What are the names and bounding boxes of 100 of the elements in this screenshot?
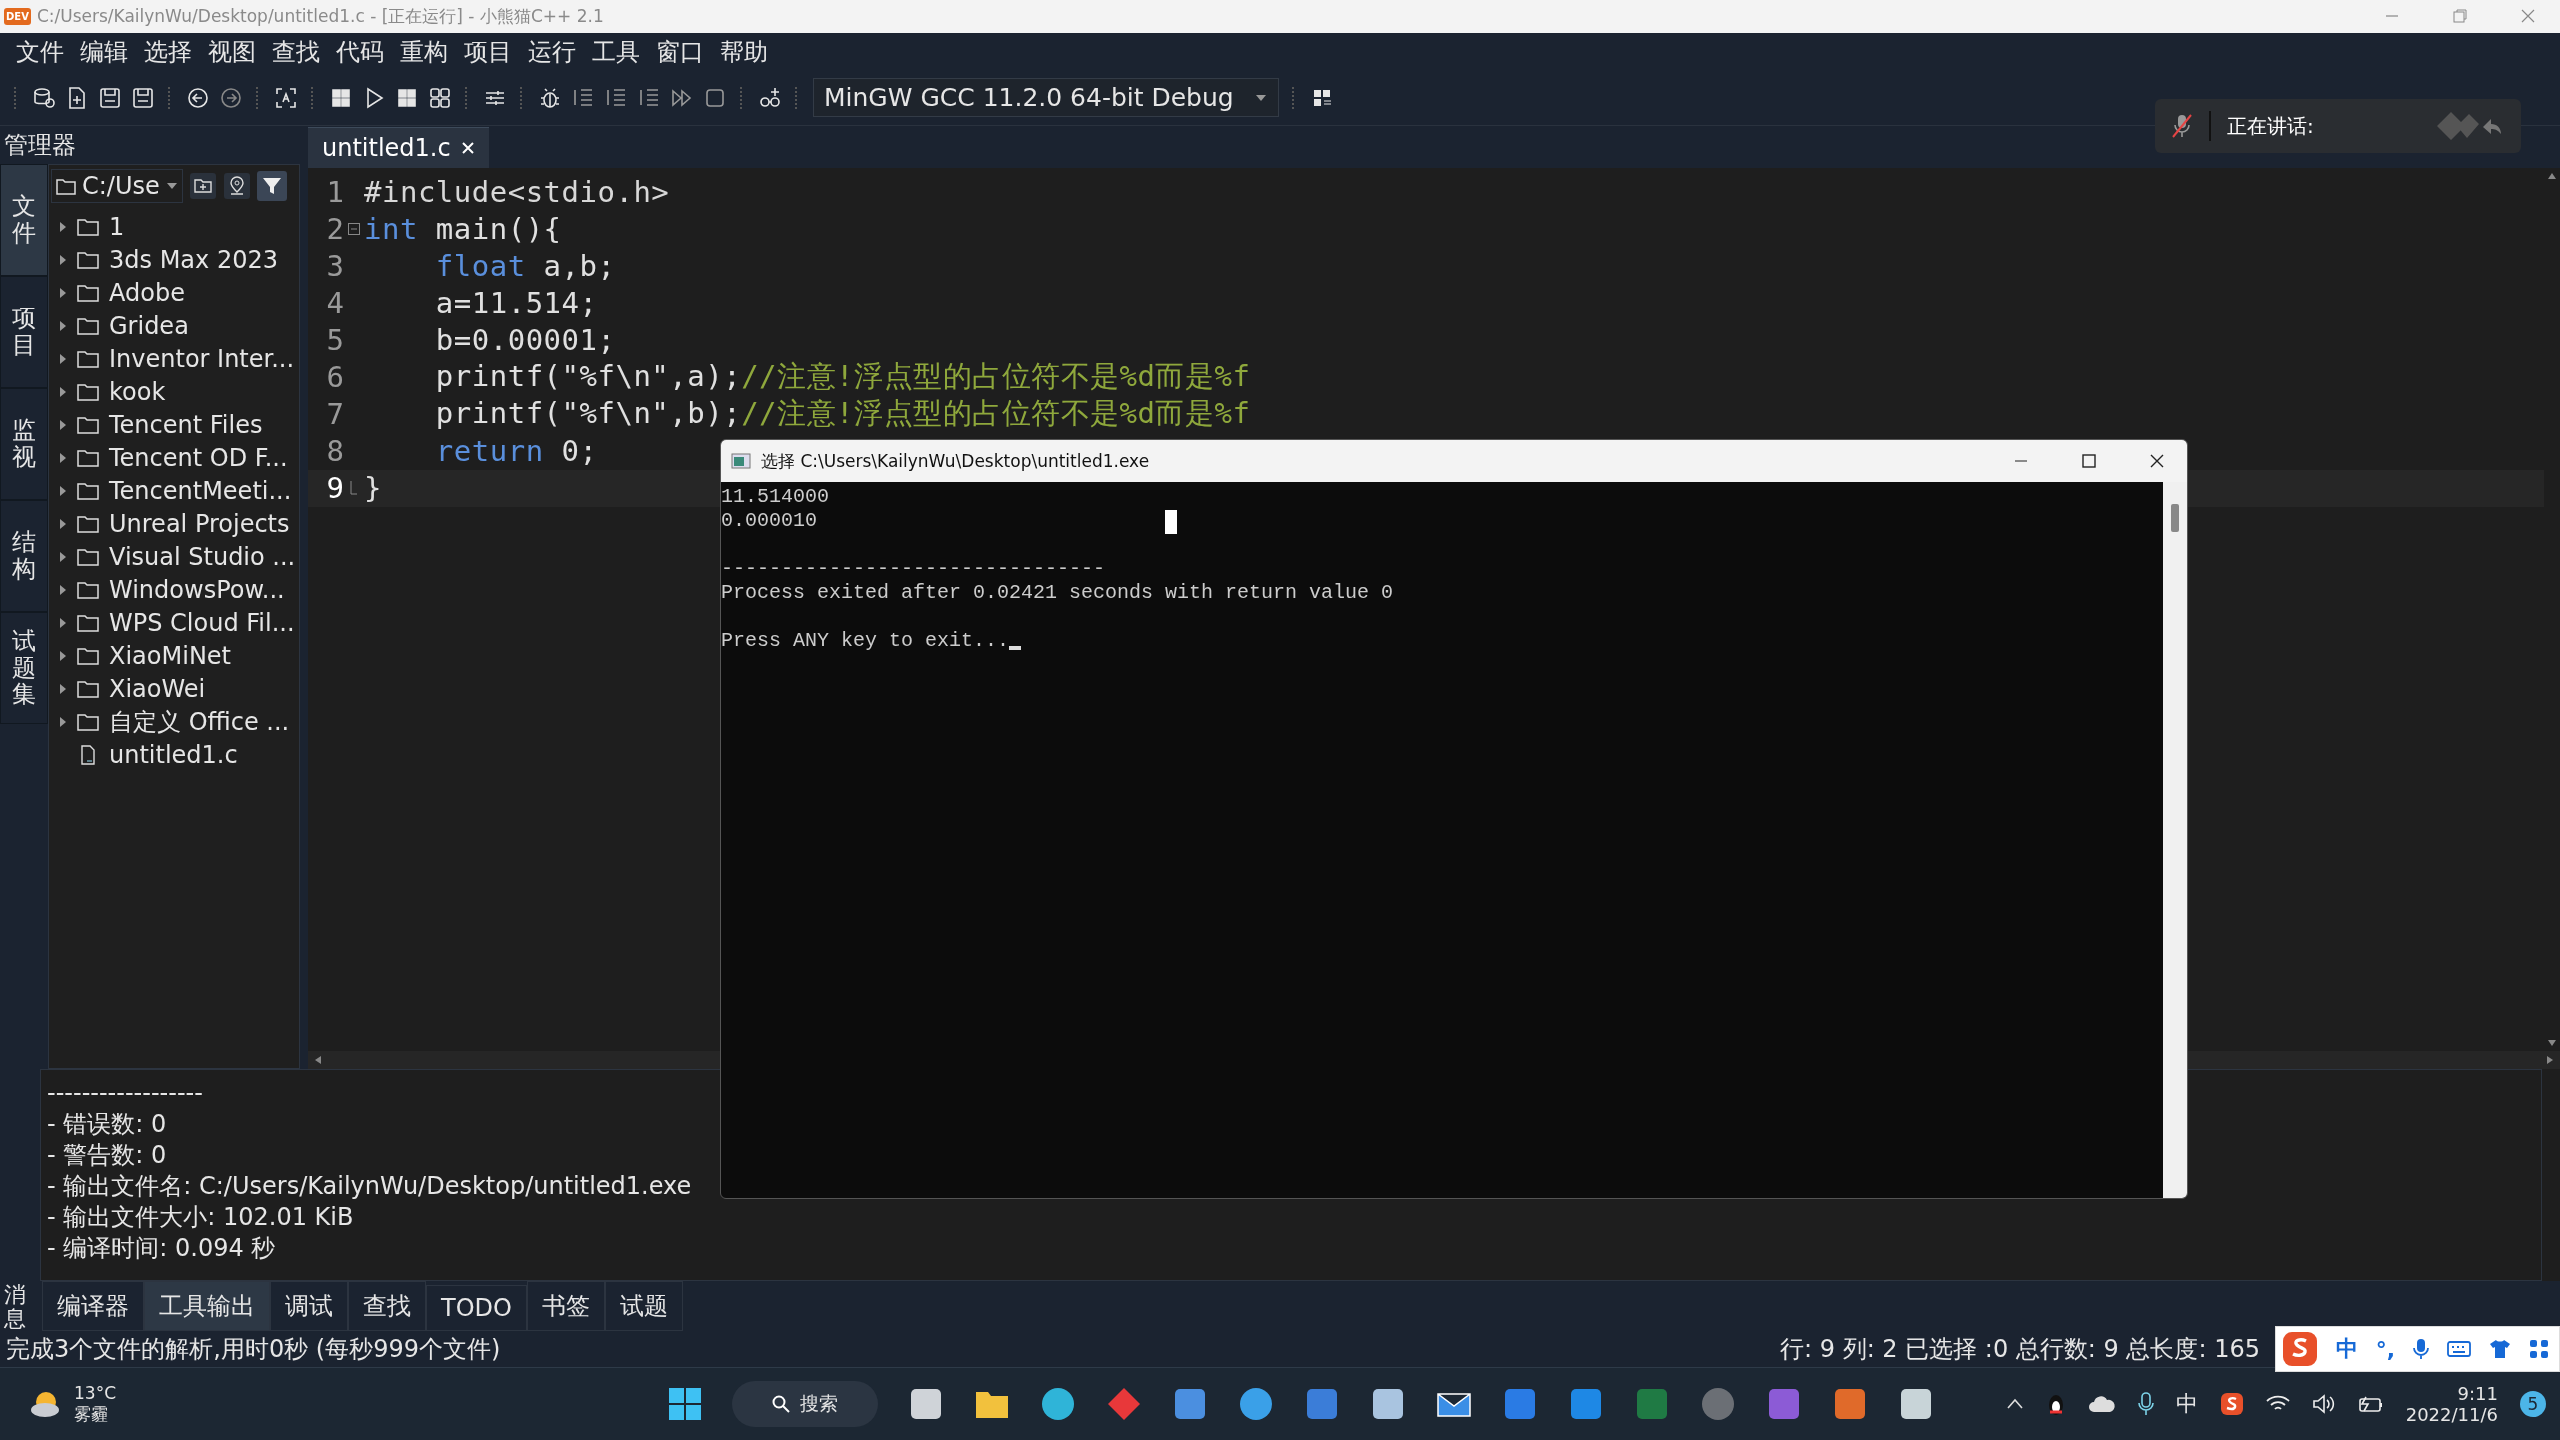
menu-item[interactable]: 编辑 xyxy=(72,35,136,68)
punctuation-toggle[interactable]: °, xyxy=(2375,1336,2395,1362)
menu-item[interactable]: 运行 xyxy=(520,35,584,68)
side-tab[interactable]: 文件 xyxy=(0,163,48,276)
microphone-icon[interactable] xyxy=(2413,1338,2429,1360)
tree-item[interactable]: Tencent OD F... xyxy=(109,444,288,473)
notification-badge[interactable]: 5 xyxy=(2520,1391,2546,1418)
side-tab[interactable]: 监视 xyxy=(0,387,48,500)
tree-item[interactable]: XiaoMiNet xyxy=(109,642,231,671)
clock[interactable]: 9:11 2022/11/6 xyxy=(2405,1383,2498,1426)
ime-mode[interactable]: 中 xyxy=(2335,1334,2358,1364)
panel-tab[interactable]: 编译器 xyxy=(42,1281,144,1332)
tree-item[interactable]: 自定义 Office ... xyxy=(109,706,290,739)
expand-arrow-icon[interactable] xyxy=(59,254,67,267)
scrollbar-thumb[interactable] xyxy=(2171,504,2179,532)
file-tab[interactable]: untitled1.c xyxy=(308,126,489,168)
battery-icon[interactable] xyxy=(2357,1395,2384,1414)
expand-arrow-icon[interactable] xyxy=(59,221,67,234)
menu-item[interactable]: 查找 xyxy=(264,35,328,68)
panel-tab[interactable]: 工具输出 xyxy=(144,1281,270,1332)
muted-microphone-icon[interactable] xyxy=(2171,113,2193,139)
expand-arrow-icon[interactable] xyxy=(59,320,67,333)
menu-item[interactable]: 代码 xyxy=(328,35,392,68)
menu-item[interactable]: 重构 xyxy=(392,35,456,68)
menu-item[interactable]: 窗口 xyxy=(648,35,712,68)
diamond-icon[interactable] xyxy=(1106,1386,1142,1423)
expand-arrow-icon[interactable] xyxy=(59,518,67,531)
grid-icon[interactable] xyxy=(428,85,452,110)
expand-arrow-icon[interactable] xyxy=(59,485,67,498)
close-icon[interactable] xyxy=(2149,453,2165,469)
console-line: 11.514000 xyxy=(721,485,830,508)
filter-icon[interactable] xyxy=(256,170,287,201)
panel-tab[interactable]: 试题 xyxy=(604,1281,683,1332)
scroll-left-icon[interactable] xyxy=(314,1055,322,1066)
side-tab[interactable]: 项目 xyxy=(0,275,48,388)
menu-item[interactable]: 视图 xyxy=(200,35,264,68)
glasses-icon[interactable] xyxy=(758,85,782,110)
tree-item[interactable]: WindowsPow... xyxy=(109,576,285,605)
expand-arrow-icon[interactable] xyxy=(59,353,67,366)
tree-item[interactable]: 3ds Max 2023 xyxy=(109,246,278,275)
maximize-icon[interactable] xyxy=(2081,453,2097,469)
menu-item[interactable]: 项目 xyxy=(456,35,520,68)
keyboard-icon[interactable] xyxy=(2447,1340,2471,1358)
panel-tab[interactable]: TODO xyxy=(426,1285,527,1332)
expand-arrow-icon[interactable] xyxy=(59,683,67,696)
tree-item[interactable]: TencentMeeti... xyxy=(109,477,292,506)
save-icon[interactable] xyxy=(131,85,155,110)
chevron-up-icon[interactable] xyxy=(2005,1398,2024,1411)
menu-item[interactable]: 选择 xyxy=(136,35,200,68)
menu-item[interactable]: 帮助 xyxy=(712,35,776,68)
expand-arrow-icon[interactable] xyxy=(59,287,67,300)
save-icon[interactable] xyxy=(98,85,122,110)
location-pin-icon[interactable] xyxy=(222,171,251,200)
scroll-down-icon[interactable] xyxy=(2547,1039,2557,1048)
expand-arrow-icon[interactable] xyxy=(59,452,67,465)
tree-item[interactable]: Adobe xyxy=(109,279,185,308)
scroll-right-icon[interactable] xyxy=(2546,1055,2554,1066)
panel-tab[interactable]: 查找 xyxy=(348,1281,426,1332)
cloud-icon[interactable] xyxy=(2087,1395,2116,1414)
expand-arrow-icon[interactable] xyxy=(59,419,67,432)
tree-item[interactable]: Gridea xyxy=(109,312,189,341)
new-folder-icon[interactable] xyxy=(188,171,217,200)
expand-arrow-icon[interactable] xyxy=(59,716,67,729)
side-tab[interactable]: 试题集 xyxy=(0,611,48,724)
menu-item[interactable]: 工具 xyxy=(584,35,648,68)
frame-icon[interactable] xyxy=(274,85,298,110)
back-icon[interactable] xyxy=(186,85,210,110)
tree-item[interactable]: Tencent Files xyxy=(109,411,263,440)
expand-arrow-icon[interactable] xyxy=(59,617,67,630)
tree-item[interactable]: Unreal Projects xyxy=(109,510,290,539)
tree-item[interactable]: Inventor Inter... xyxy=(109,345,295,374)
expand-arrow-icon[interactable] xyxy=(59,584,67,597)
start-icon[interactable] xyxy=(668,1387,702,1422)
expand-arrow-icon[interactable] xyxy=(59,551,67,564)
shirt-icon[interactable] xyxy=(2489,1339,2511,1359)
forward-icon[interactable] xyxy=(219,85,243,110)
expand-arrow-icon[interactable] xyxy=(59,650,67,663)
tree-item[interactable]: XiaoWei xyxy=(109,675,206,704)
path-select[interactable]: C:/Use xyxy=(51,168,183,203)
input-language[interactable]: 中 xyxy=(2175,1389,2198,1420)
scroll-up-icon[interactable] xyxy=(2547,171,2557,180)
panel-tab[interactable]: 调试 xyxy=(270,1281,348,1332)
tree-item[interactable]: WPS Cloud Fil... xyxy=(109,609,295,638)
s-logo-icon[interactable] xyxy=(2219,1392,2244,1417)
tree-item[interactable]: 1 xyxy=(109,213,125,242)
tree-item[interactable]: kook xyxy=(109,378,166,407)
microphone-icon[interactable] xyxy=(2137,1392,2154,1417)
tree-item[interactable]: Visual Studio ... xyxy=(109,543,296,572)
database-icon[interactable] xyxy=(32,85,56,110)
expand-arrow-icon[interactable] xyxy=(59,386,67,399)
tree-item[interactable]: untitled1.c xyxy=(109,741,238,770)
side-tab[interactable]: 结构 xyxy=(0,499,48,612)
panel-tab[interactable]: 书签 xyxy=(526,1281,605,1332)
compiler-select[interactable]: MinGW GCC 11.2.0 64-bit Debug xyxy=(813,78,1279,118)
speaker-icon[interactable] xyxy=(2311,1394,2336,1415)
fold-icon[interactable] xyxy=(348,223,360,236)
bug-icon[interactable] xyxy=(538,85,562,110)
menu-item[interactable]: 文件 xyxy=(8,35,72,68)
search-field[interactable]: 搜索 xyxy=(732,1381,878,1428)
scrollbar[interactable] xyxy=(2542,1069,2560,1282)
